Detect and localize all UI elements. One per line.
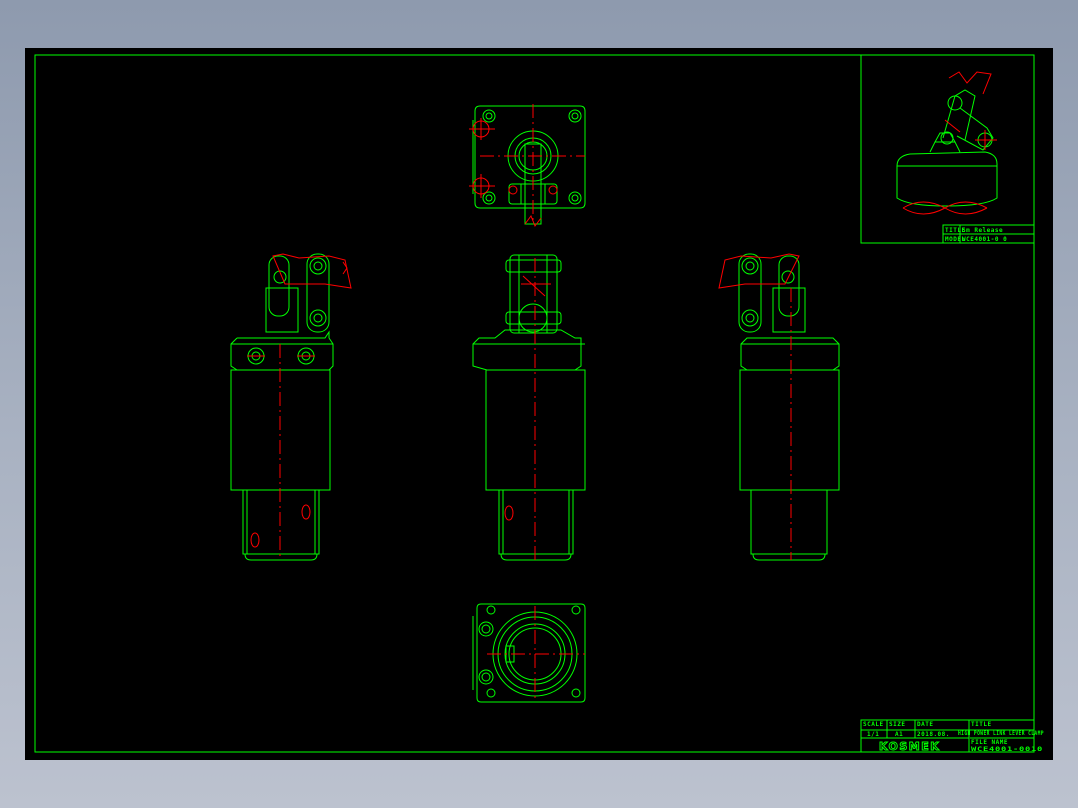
- file-value: WCE4001-0010: [971, 746, 1043, 753]
- top-view: [469, 104, 586, 228]
- title-label: TITLE: [971, 721, 992, 728]
- left-side-view: [230, 253, 352, 561]
- preview-title-box: TITLE Sm Release MODEL WCE4001-0 0: [942, 224, 1035, 244]
- date-value: 2018.08.: [917, 731, 950, 738]
- preview-block: TITLE Sm Release MODEL WCE4001-0 0: [860, 55, 1035, 244]
- company-logo: KOSMEK: [879, 740, 940, 753]
- bottom-view: [472, 603, 586, 703]
- title-block: SCALE 1/1 SIZE A1 DATE 2018.08. TITLE HI…: [860, 719, 1044, 754]
- scale-label: SCALE: [863, 721, 884, 728]
- size-value: A1: [895, 731, 903, 738]
- cad-drawing: TITLE Sm Release MODEL WCE4001-0 0 SCALE…: [34, 54, 1044, 754]
- drawing-sheet: TITLE Sm Release MODEL WCE4001-0 0 SCALE…: [25, 48, 1053, 760]
- title-value: HIGH POWER LINK LEVER CLAMP: [958, 730, 1044, 737]
- scale-value: 1/1: [867, 731, 879, 738]
- preview-title-value: Sm Release: [962, 227, 1003, 234]
- size-label: SIZE: [889, 721, 905, 728]
- right-side-view: [718, 253, 840, 561]
- front-view: [472, 254, 586, 561]
- preview-model-value: WCE4001-0 0: [962, 236, 1007, 243]
- file-label: FILE NAME: [971, 739, 1008, 746]
- date-label: DATE: [917, 721, 933, 728]
